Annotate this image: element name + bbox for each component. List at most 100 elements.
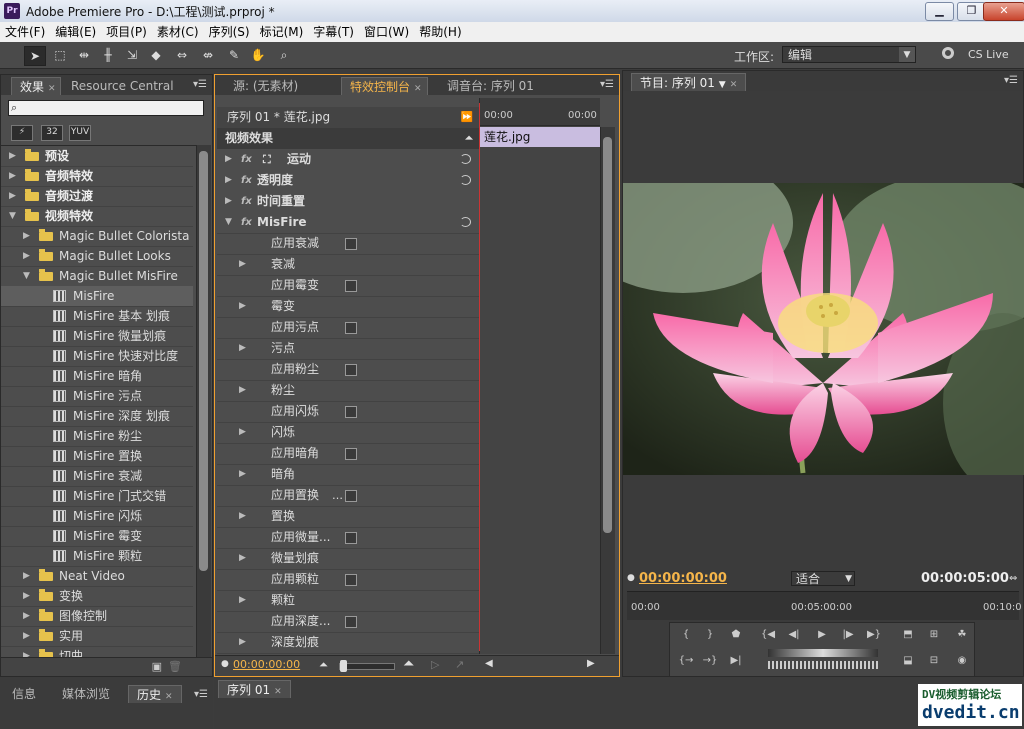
tab-effect-controls[interactable]: 特效控制台 ✕ xyxy=(341,77,428,95)
expand-right-icon[interactable]: ▶ xyxy=(239,422,246,443)
zoom-slider-thumb[interactable] xyxy=(340,660,347,672)
effect-row[interactable]: ▼ fx MisFire xyxy=(217,212,479,234)
tab-sequence-01[interactable]: 序列 01 ✕ xyxy=(218,680,291,698)
maximize-button[interactable]: ❐ xyxy=(957,2,986,21)
property-group-row[interactable]: ▶ 暗角 xyxy=(217,464,479,486)
checkbox[interactable] xyxy=(345,364,357,376)
expand-right-icon[interactable]: ▶ xyxy=(23,606,30,626)
fx-toggle-icon[interactable]: fx xyxy=(241,212,252,233)
tree-folder[interactable]: ▶ 变换 xyxy=(1,586,193,607)
expand-right-icon[interactable]: ▶ xyxy=(239,464,246,485)
safe-margins-icon[interactable]: ⊞ xyxy=(924,627,944,643)
menu-item-5[interactable]: 标记(M) xyxy=(255,22,309,42)
workspace-select[interactable]: 编辑 ▼ xyxy=(782,46,916,63)
shuttle-slider[interactable] xyxy=(768,649,878,657)
menu-item-6[interactable]: 字幕(T) xyxy=(308,22,359,42)
expand-right-icon[interactable]: ▶ xyxy=(239,632,246,653)
color-icon[interactable]: ☘ xyxy=(952,627,972,643)
rate-stretch-tool-icon[interactable]: ⇲ xyxy=(122,46,142,64)
property-group-row[interactable]: ▶ 污点 xyxy=(217,338,479,360)
checkbox[interactable] xyxy=(345,280,357,292)
accelerated-effects-icon[interactable]: ⚡ xyxy=(11,125,33,141)
panel-menu-icon[interactable]: ▾☰ xyxy=(599,79,615,91)
property-row[interactable]: 应用微量... xyxy=(217,527,479,549)
expand-right-icon[interactable]: ▶ xyxy=(225,191,232,212)
cs-live-icon[interactable] xyxy=(942,47,954,59)
property-row[interactable]: 应用粉尘 xyxy=(217,359,479,381)
expand-right-icon[interactable]: ▶ xyxy=(225,149,232,170)
scroll-thumb[interactable] xyxy=(603,137,612,533)
track-select-tool-icon[interactable]: ⬚ xyxy=(50,46,70,64)
tab-media-browser[interactable]: 媒体浏览 xyxy=(54,685,118,703)
scroll-left-icon[interactable]: ◀ xyxy=(485,658,493,669)
reset-icon[interactable] xyxy=(460,217,471,227)
tab-program[interactable]: 节目: 序列 01 ▼ ✕ xyxy=(631,73,747,91)
mark-out-icon[interactable]: } xyxy=(700,627,720,643)
delete-icon[interactable]: 🗑 xyxy=(168,660,182,673)
effect-timeline-ruler[interactable]: 00:00 00:00 xyxy=(480,98,600,126)
expand-right-icon[interactable]: ▶ xyxy=(239,590,246,611)
property-group-row[interactable]: ▶ 微量划痕 xyxy=(217,548,479,570)
property-group-row[interactable]: ▶ 置换 xyxy=(217,506,479,528)
effect-row[interactable]: ▶ fx 时间重置 xyxy=(217,191,479,213)
expand-right-icon[interactable]: ▶ xyxy=(9,166,16,186)
tab-effects[interactable]: 效果 ✕ xyxy=(11,77,61,95)
zoom-out-icon[interactable]: ⏶ xyxy=(319,658,328,672)
expand-down-icon[interactable]: ▼ xyxy=(225,212,232,233)
zoom-tool-icon[interactable]: ⌕ xyxy=(274,46,294,64)
property-row[interactable]: 应用衰减 xyxy=(217,233,479,255)
expand-right-icon[interactable]: ▶ xyxy=(23,586,30,606)
menu-item-4[interactable]: 序列(S) xyxy=(204,22,255,42)
menu-item-1[interactable]: 编辑(E) xyxy=(50,22,101,42)
program-time-ruler[interactable]: 00:00 00:05:00:00 00:10:0 xyxy=(627,591,1022,620)
selection-tool-icon[interactable]: ➤ xyxy=(24,46,46,66)
property-group-row[interactable]: ▶ 深度划痕 xyxy=(217,632,479,654)
property-row[interactable]: 应用暗角 xyxy=(217,443,479,465)
panel-menu-icon[interactable]: ▾☰ xyxy=(193,689,209,701)
checkbox[interactable] xyxy=(345,448,357,460)
export-frame-icon[interactable]: ◉ xyxy=(952,653,972,669)
checkbox[interactable] xyxy=(345,490,357,502)
zoom-slider[interactable] xyxy=(339,660,395,672)
collapse-icon[interactable]: ⏶ xyxy=(465,128,473,149)
ripple-edit-tool-icon[interactable]: ⇹ xyxy=(74,46,94,64)
fx-toggle-icon[interactable]: fx xyxy=(241,191,252,212)
checkbox[interactable] xyxy=(345,532,357,544)
fx-toggle-icon[interactable]: fx xyxy=(241,149,252,170)
property-row[interactable]: 应用颗粒 xyxy=(217,569,479,591)
tree-effect-item[interactable]: MisFire 闪烁 xyxy=(1,506,193,527)
expand-right-icon[interactable]: ▶ xyxy=(239,254,246,275)
tree-effect-item[interactable]: MisFire 颗粒 xyxy=(1,546,193,567)
property-row[interactable]: 应用闪烁 xyxy=(217,401,479,423)
checkbox[interactable] xyxy=(345,574,357,586)
reset-icon[interactable] xyxy=(460,154,471,164)
tree-folder[interactable]: ▶ 预设 xyxy=(1,146,193,167)
property-group-row[interactable]: ▶ 颗粒 xyxy=(217,590,479,612)
menu-item-3[interactable]: 素材(C) xyxy=(152,22,204,42)
tree-effect-item[interactable]: MisFire 门式交错 xyxy=(1,486,193,507)
expand-right-icon[interactable]: ▶ xyxy=(9,186,16,206)
property-group-row[interactable]: ▶ 衰减 xyxy=(217,254,479,276)
expand-right-icon[interactable]: ▶ xyxy=(23,626,30,646)
zoom-in-icon[interactable]: ⏶ xyxy=(403,656,414,672)
yuv-effects-button[interactable]: YUV xyxy=(69,125,91,141)
expand-right-icon[interactable]: ▶ xyxy=(239,296,246,317)
expand-right-icon[interactable]: ▶ xyxy=(23,566,30,586)
effect-controls-scrollbar[interactable] xyxy=(600,127,615,654)
tab-resource-central[interactable]: Resource Central xyxy=(63,77,182,95)
panel-menu-icon[interactable]: ▾☰ xyxy=(1003,75,1019,87)
playhead-line[interactable] xyxy=(479,103,480,651)
tab-info[interactable]: 信息 xyxy=(4,685,44,703)
effect-controls-timecode[interactable]: 00:00:00:00 xyxy=(233,658,300,671)
property-row[interactable]: 应用污点 xyxy=(217,317,479,339)
go-to-prev-edit-icon[interactable]: {→ xyxy=(676,653,696,669)
pen-tool-icon[interactable]: ✎ xyxy=(224,46,244,64)
tree-effect-item[interactable]: MisFire 置换 xyxy=(1,446,193,467)
menu-item-7[interactable]: 窗口(W) xyxy=(359,22,414,42)
minimize-button[interactable]: ▁ xyxy=(925,2,954,21)
play-in-to-out-icon[interactable]: ▶| xyxy=(726,653,746,669)
expand-right-icon[interactable]: ▶ xyxy=(9,146,16,166)
expand-icon[interactable]: ⇔ xyxy=(1009,573,1017,584)
property-row[interactable]: 应用霉变 xyxy=(217,275,479,297)
checkbox[interactable] xyxy=(345,616,357,628)
